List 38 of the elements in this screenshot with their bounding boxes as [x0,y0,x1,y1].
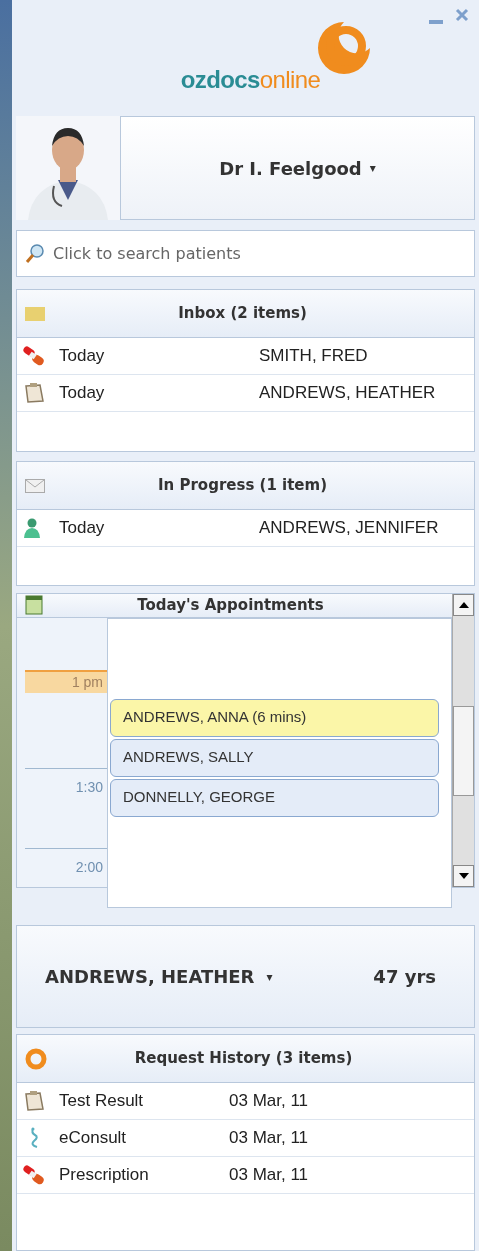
panel-title: Inbox (2 items) [177,303,308,325]
search-input[interactable]: Click to search patients [53,241,466,266]
scrollbar[interactable] [452,594,474,887]
row-text: 03 Mar, 11 [229,1127,309,1150]
time-label: 1 pm [25,669,107,693]
row-text: Test Result [59,1090,145,1113]
logo-text: ozdocsonline [180,65,321,95]
row-text: SMITH, FRED [259,345,368,368]
ring-icon [25,1047,47,1070]
row-text: 03 Mar, 11 [229,1090,309,1113]
row-text: Today [59,345,106,368]
patient-age: 47 yrs [373,965,437,989]
panel-title: Request History (3 items) [133,1048,354,1070]
calendar-icon [25,595,43,616]
row-text: Today [59,517,106,540]
row-text: ANDREWS, JENNIFER [259,517,439,540]
row-text: ANDREWS, HEATHER [259,382,436,405]
search-field[interactable]: Click to search patients [16,230,475,277]
row-text: 03 Mar, 11 [229,1164,309,1187]
row-text: Today [59,382,106,405]
scroll-down-button[interactable] [453,865,474,887]
scroll-up-button[interactable] [453,594,474,616]
close-icon[interactable] [455,8,469,22]
pills-icon [21,1164,47,1186]
down-arrow-icon [458,873,469,879]
panel-title: In Progress (1 item) [156,475,329,497]
appointment[interactable]: DONNELLY, GEORGE [110,778,439,817]
up-arrow-icon [458,602,469,608]
row-text: Prescription [59,1164,150,1187]
appointment[interactable]: ANDREWS, ANNA (6 mins) [110,698,439,737]
scroll-thumb[interactable] [453,706,474,796]
pills-icon [21,345,47,367]
appointment[interactable]: ANDREWS, SALLY [110,738,439,777]
panel-title: Today's Appointments [136,595,325,616]
doctor-menu-button[interactable]: Dr I. Feelgood ▾ [120,116,475,220]
search-icon [25,242,45,265]
patient-menu-button[interactable]: ANDREWS, HEATHER ▾ 47 yrs [16,925,475,1028]
row-text: eConsult [59,1127,128,1150]
